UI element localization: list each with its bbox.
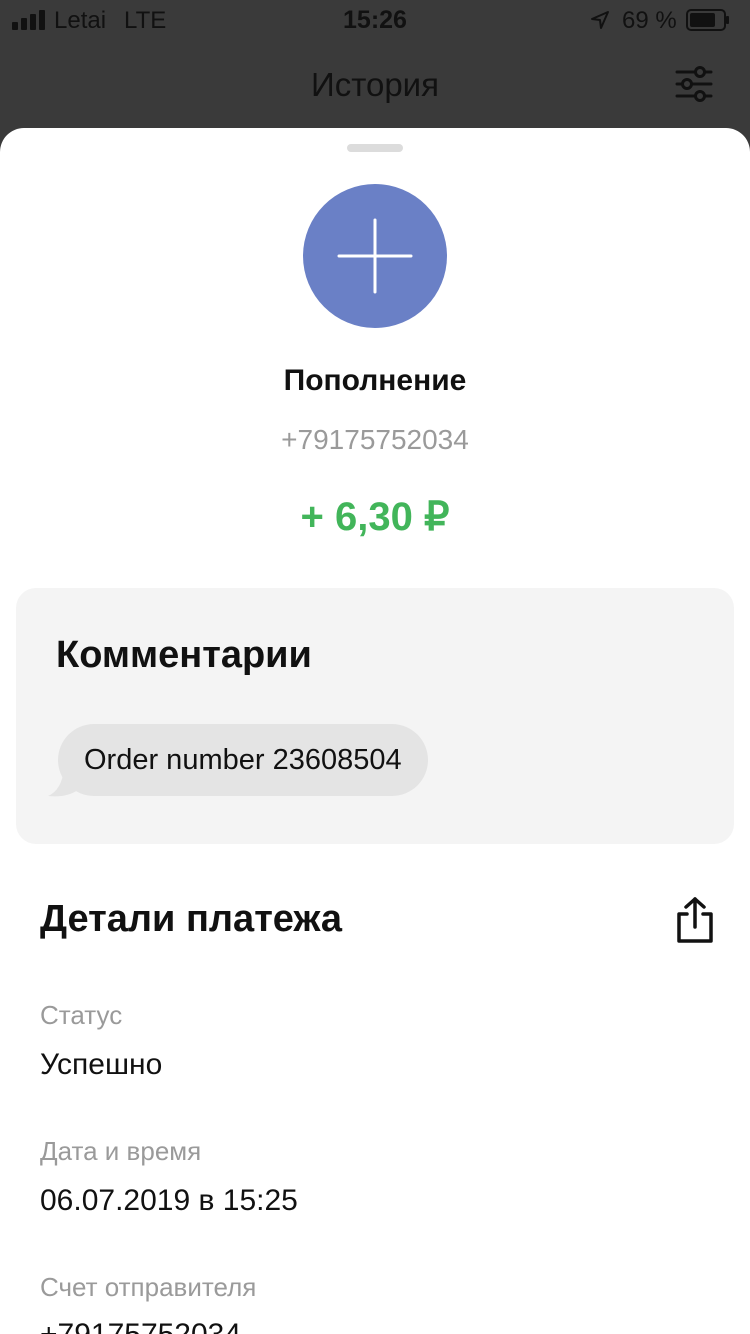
comment-bubble: Order number 23608504 xyxy=(58,724,428,796)
battery-icon xyxy=(686,9,729,31)
comments-title: Комментарии xyxy=(56,634,312,676)
transaction-amount: + 6,30 ₽ xyxy=(300,495,450,539)
sheet-grabber[interactable] xyxy=(347,144,403,152)
sliders-icon[interactable] xyxy=(674,64,714,104)
share-icon[interactable] xyxy=(674,896,716,944)
status-bar: Letai LTE 15:26 69 % xyxy=(0,0,750,40)
sender-account-value: +79175752034 xyxy=(40,1318,241,1334)
datetime-label: Дата и время xyxy=(40,1136,202,1166)
transaction-sheet: Пополнение +79175752034 + 6,30 ₽ Коммент… xyxy=(0,128,750,1334)
datetime-value: 06.07.2019 в 15:25 xyxy=(40,1184,298,1217)
transaction-title: Пополнение xyxy=(283,364,467,397)
plus-icon xyxy=(337,218,413,294)
battery-percent: 69 % xyxy=(622,7,677,34)
location-arrow-icon xyxy=(591,11,609,29)
status-label: Статус xyxy=(40,1000,123,1030)
details-title: Детали платежа xyxy=(40,898,342,940)
page-title: История xyxy=(311,66,439,103)
status-value: Успешно xyxy=(40,1048,163,1081)
transaction-phone: +79175752034 xyxy=(281,424,469,455)
comments-card: Комментарии Order number 23608504 xyxy=(16,588,734,844)
transaction-avatar xyxy=(303,184,447,328)
sender-account-label: Счет отправителя xyxy=(40,1272,257,1302)
